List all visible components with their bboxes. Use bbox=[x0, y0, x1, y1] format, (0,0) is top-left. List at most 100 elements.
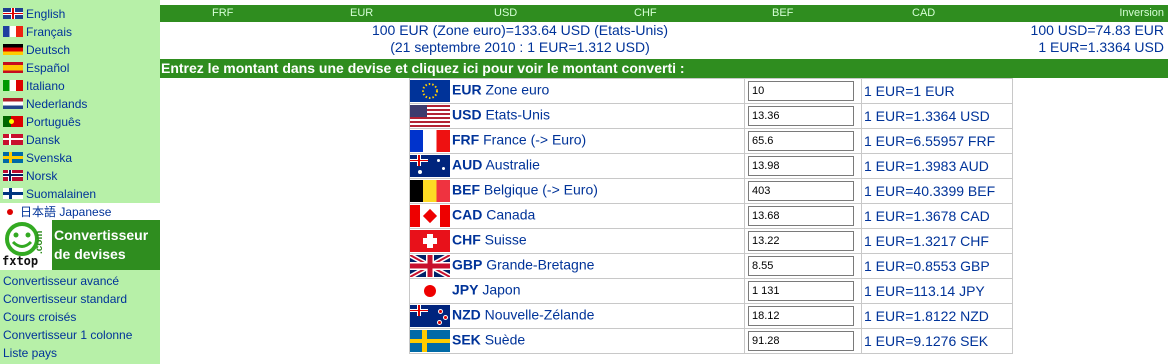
language-nederlands[interactable]: Nederlands bbox=[0, 95, 87, 113]
language-label[interactable]: Português bbox=[26, 115, 81, 129]
header-link-inversion[interactable]: Inversion bbox=[1119, 5, 1164, 22]
rate-cell[interactable]: 1 EUR=1.3983 AUD bbox=[861, 153, 1013, 179]
amount-input-jpy[interactable] bbox=[748, 281, 854, 301]
amount-input-nzd[interactable] bbox=[748, 306, 854, 326]
language-label[interactable]: Norsk bbox=[26, 169, 57, 183]
currency-name[interactable]: Japon bbox=[482, 282, 520, 298]
rate-cell[interactable]: 1 EUR=1.3364 USD bbox=[861, 103, 1013, 129]
header-link-usd[interactable]: USD bbox=[494, 5, 517, 22]
japan-flag-icon bbox=[3, 206, 17, 217]
currency-header-bar: FRF EUR USD CHF BEF CAD Inversion bbox=[160, 5, 1168, 22]
header-link-chf[interactable]: CHF bbox=[634, 5, 657, 22]
link-one-column-converter[interactable]: Convertisseur 1 colonne bbox=[3, 326, 132, 344]
convert-instruction-bar[interactable]: Entrez le montant dans une devise et cli… bbox=[160, 59, 1168, 78]
language-portugues[interactable]: Português bbox=[0, 113, 81, 131]
amount-input-sek[interactable] bbox=[748, 331, 854, 351]
amount-input-chf[interactable] bbox=[748, 231, 854, 251]
table-row: BEF Belgique (-> Euro) 1 EUR=40.3399 BEF bbox=[409, 178, 1013, 204]
denmark-flag-icon bbox=[3, 134, 23, 145]
norway-flag-icon bbox=[3, 170, 23, 181]
currency-cell: EUR Zone euro bbox=[409, 78, 745, 104]
currency-name[interactable]: Nouvelle-Zélande bbox=[485, 307, 595, 323]
rate-cell[interactable]: 1 EUR=1.8122 NZD bbox=[861, 303, 1013, 329]
rate-cell[interactable]: 1 EUR=1.3678 CAD bbox=[861, 203, 1013, 229]
language-label[interactable]: Deutsch bbox=[26, 43, 70, 57]
language-label[interactable]: Français bbox=[26, 25, 72, 39]
language-japanese[interactable]: 日本語 Japanese bbox=[0, 203, 160, 221]
belgium-flag-icon bbox=[410, 180, 450, 202]
language-label[interactable]: Italiano bbox=[26, 79, 65, 93]
logo-title-line2: de devises bbox=[54, 246, 126, 262]
italy-flag-icon bbox=[3, 80, 23, 91]
amount-input-bef[interactable] bbox=[748, 181, 854, 201]
table-row: GBP Grande-Bretagne 1 EUR=0.8553 GBP bbox=[409, 253, 1013, 279]
language-label[interactable]: 日本語 Japanese bbox=[20, 205, 111, 219]
rate-cell[interactable]: 1 EUR=40.3399 BEF bbox=[861, 178, 1013, 204]
amount-cell bbox=[744, 103, 862, 129]
amount-input-frf[interactable] bbox=[748, 131, 854, 151]
eu-flag-icon bbox=[410, 80, 450, 102]
table-row: NZD Nouvelle-Zélande 1 EUR=1.8122 NZD bbox=[409, 303, 1013, 329]
currency-name[interactable]: Suisse bbox=[485, 232, 527, 248]
link-advanced-converter[interactable]: Convertisseur avancé bbox=[3, 272, 119, 290]
currency-cell: JPY Japon bbox=[409, 278, 745, 304]
header-link-eur[interactable]: EUR bbox=[350, 5, 373, 22]
amount-input-aud[interactable] bbox=[748, 156, 854, 176]
language-label[interactable]: English bbox=[26, 7, 65, 21]
currency-name[interactable]: Australie bbox=[485, 157, 539, 173]
amount-input-eur[interactable] bbox=[748, 81, 854, 101]
rate-cell[interactable]: 1 EUR=9.1276 SEK bbox=[861, 328, 1013, 354]
amount-input-gbp[interactable] bbox=[748, 256, 854, 276]
currency-code: JPY bbox=[452, 281, 479, 298]
language-francais[interactable]: Français bbox=[0, 23, 72, 41]
logo-box[interactable]: fxtop .com Convertisseur de devises bbox=[0, 220, 160, 270]
france-flag-icon bbox=[410, 130, 450, 152]
language-deutsch[interactable]: Deutsch bbox=[0, 41, 70, 59]
rate-cell[interactable]: 1 EUR=1.3217 CHF bbox=[861, 228, 1013, 254]
currency-table: EUR Zone euro 1 EUR=1 EUR USD Etats-Unis… bbox=[409, 78, 1013, 354]
currency-name[interactable]: Belgique (-> Euro) bbox=[484, 182, 598, 198]
currency-name[interactable]: Grande-Bretagne bbox=[486, 257, 594, 273]
language-norsk[interactable]: Norsk bbox=[0, 167, 57, 185]
language-svenska[interactable]: Svenska bbox=[0, 149, 72, 167]
amount-cell bbox=[744, 303, 862, 329]
language-espanol[interactable]: Español bbox=[0, 59, 69, 77]
language-suomalainen[interactable]: Suomalainen bbox=[0, 185, 96, 203]
language-label[interactable]: Suomalainen bbox=[26, 187, 96, 201]
currency-name[interactable]: France (-> Euro) bbox=[483, 132, 586, 148]
header-link-cad[interactable]: CAD bbox=[912, 5, 935, 22]
inverse-line1: 100 USD=74.83 EUR bbox=[1030, 22, 1164, 38]
language-label[interactable]: Español bbox=[26, 61, 69, 75]
language-label[interactable]: Dansk bbox=[26, 133, 60, 147]
currency-cell: CAD Canada bbox=[409, 203, 745, 229]
switzerland-flag-icon bbox=[410, 230, 450, 252]
rate-cell[interactable]: 1 EUR=1 EUR bbox=[861, 78, 1013, 104]
currency-cell: CHF Suisse bbox=[409, 228, 745, 254]
language-italiano[interactable]: Italiano bbox=[0, 77, 65, 95]
link-cross-rates[interactable]: Cours croisés bbox=[3, 308, 76, 326]
currency-name[interactable]: Canada bbox=[486, 207, 535, 223]
new-zealand-flag-icon bbox=[410, 305, 450, 327]
table-row: JPY Japon 1 EUR=113.14 JPY bbox=[409, 278, 1013, 304]
currency-name[interactable]: Etats-Unis bbox=[485, 107, 550, 123]
currency-cell: BEF Belgique (-> Euro) bbox=[409, 178, 745, 204]
rate-cell[interactable]: 1 EUR=0.8553 GBP bbox=[861, 253, 1013, 279]
language-dansk[interactable]: Dansk bbox=[0, 131, 60, 149]
rate-cell[interactable]: 1 EUR=113.14 JPY bbox=[861, 278, 1013, 304]
currency-name[interactable]: Suède bbox=[485, 332, 525, 348]
table-row: CAD Canada 1 EUR=1.3678 CAD bbox=[409, 203, 1013, 229]
header-link-frf[interactable]: FRF bbox=[212, 5, 233, 22]
rate-cell[interactable]: 1 EUR=6.55957 FRF bbox=[861, 128, 1013, 154]
language-label[interactable]: Nederlands bbox=[26, 97, 87, 111]
header-link-bef[interactable]: BEF bbox=[772, 5, 793, 22]
link-standard-converter[interactable]: Convertisseur standard bbox=[3, 290, 127, 308]
currency-name[interactable]: Zone euro bbox=[485, 82, 549, 98]
link-country-list[interactable]: Liste pays bbox=[3, 344, 57, 362]
fxtop-logo[interactable]: fxtop .com bbox=[0, 220, 52, 270]
language-english[interactable]: English bbox=[0, 5, 65, 23]
table-row: FRF France (-> Euro) 1 EUR=6.55957 FRF bbox=[409, 128, 1013, 154]
amount-input-cad[interactable] bbox=[748, 206, 854, 226]
amount-cell bbox=[744, 153, 862, 179]
language-label[interactable]: Svenska bbox=[26, 151, 72, 165]
amount-input-usd[interactable] bbox=[748, 106, 854, 126]
